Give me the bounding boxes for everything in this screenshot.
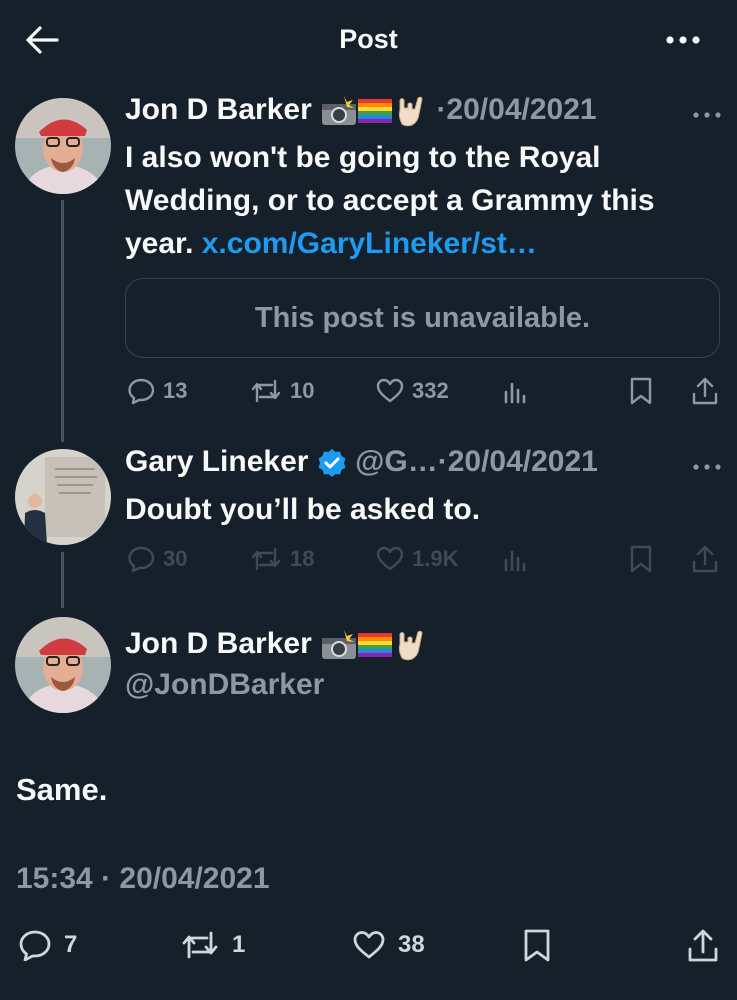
camera-flash-icon (322, 630, 357, 660)
reply-button[interactable]: 30 (127, 545, 187, 573)
post-link[interactable]: x.com/GaryLineker/st… (202, 227, 537, 260)
share-icon[interactable] (691, 376, 719, 406)
bookmark-icon[interactable] (629, 376, 653, 406)
verified-badge-icon (318, 449, 346, 478)
author-name[interactable]: Gary Lineker (125, 445, 308, 478)
share-icon[interactable] (691, 544, 719, 574)
reply-icon (128, 378, 155, 405)
rock-hand-icon (398, 96, 423, 127)
rainbow-flag-icon (358, 99, 393, 124)
camera-flash-icon (322, 96, 357, 126)
views-icon[interactable] (503, 378, 527, 406)
repost-button[interactable]: 10 (250, 377, 314, 405)
repost-button[interactable]: 18 (250, 545, 314, 573)
reply-icon (128, 546, 155, 573)
repost-button[interactable]: 1 (180, 929, 245, 961)
reply-button[interactable]: 13 (127, 377, 187, 405)
rock-hand-icon (398, 630, 423, 661)
thread-connector (61, 552, 64, 608)
post-time[interactable]: 15:34 · 20/04/2021 (16, 862, 270, 896)
like-icon (353, 931, 385, 959)
post-text: I also won't be going to the Royal Weddi… (125, 141, 655, 260)
post-timestamp[interactable]: ·20/04/2021 (438, 445, 598, 478)
author-name[interactable]: Jon D Barker (125, 93, 312, 126)
like-button[interactable]: 1.9K (376, 545, 458, 573)
like-button[interactable]: 38 (352, 929, 425, 961)
reply-button[interactable]: 7 (18, 929, 77, 961)
reply-icon (19, 930, 51, 961)
thread-connector (61, 200, 64, 442)
more-icon[interactable] (665, 26, 701, 54)
like-button[interactable]: 332 (376, 377, 449, 405)
repost-icon (251, 547, 281, 571)
repost-icon (182, 931, 218, 959)
avatar[interactable] (15, 449, 111, 545)
post-text: Same. (16, 772, 108, 807)
author-handle[interactable]: @G… (355, 445, 438, 478)
post-text: Doubt you’ll be asked to. (125, 493, 481, 526)
share-icon[interactable] (686, 928, 720, 964)
top-bar: Post (0, 0, 737, 80)
views-icon[interactable] (503, 546, 527, 574)
author-name[interactable]: Jon D Barker (125, 627, 312, 660)
repost-icon (251, 379, 281, 403)
post-timestamp[interactable]: ·20/04/2021 (436, 93, 596, 126)
bookmark-icon[interactable] (522, 928, 552, 964)
like-icon (376, 546, 404, 571)
author-handle[interactable]: @JonDBarker (125, 668, 324, 702)
post-more-icon[interactable] (692, 110, 722, 120)
post-more-icon[interactable] (692, 462, 722, 472)
avatar[interactable] (15, 617, 111, 713)
avatar[interactable] (15, 98, 111, 194)
bookmark-icon[interactable] (629, 544, 653, 574)
rainbow-flag-icon (358, 633, 393, 658)
quoted-post-unavailable: This post is unavailable. (125, 278, 720, 358)
like-icon (376, 378, 404, 403)
page-title: Post (339, 24, 398, 54)
